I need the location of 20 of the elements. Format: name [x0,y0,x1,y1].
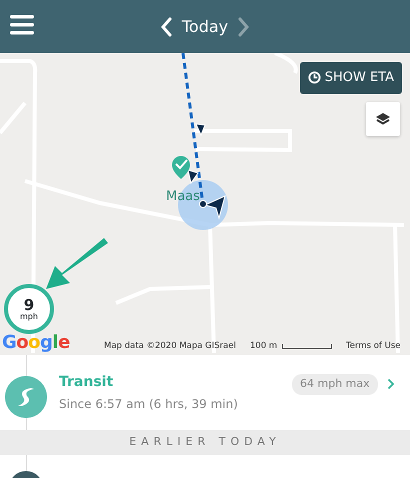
previous-day-icon[interactable] [160,16,174,36]
map-logo: Google [2,331,70,355]
menu-icon[interactable] [10,14,34,36]
map-attribution: Map data ©2020 Mapa GISrael [104,340,236,353]
layers-icon [375,112,391,126]
speed-indicator: 9 mph [4,284,54,334]
clock-icon [308,71,321,84]
terms-link[interactable]: Terms of Use [346,340,401,353]
scale-bar [282,344,332,349]
layers-button[interactable] [366,102,400,136]
max-speed-badge: 64 mph max [292,374,378,394]
activity-duration: Since 6:57 am (6 hrs, 39 min) [59,396,238,413]
section-header: EARLIER TODAY [0,430,410,455]
place-label: Maas [166,188,200,206]
activity-title: Transit [59,373,114,392]
chevron-right-icon[interactable] [387,378,395,390]
road-icon [5,376,47,418]
show-eta-button[interactable]: SHOW ETA [300,62,402,94]
scale-label: 100 m [250,340,278,353]
date-title: Today [182,16,228,38]
